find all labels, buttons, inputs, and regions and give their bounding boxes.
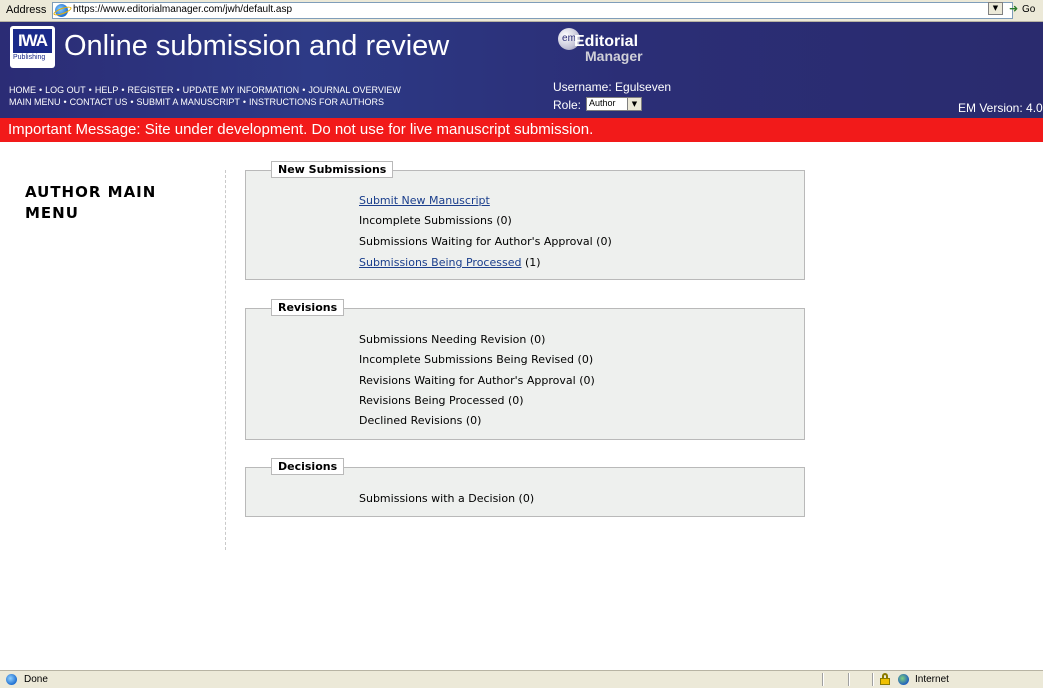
site-header: IWA Publishing Online submission and rev… (0, 22, 1043, 118)
nav-log-out[interactable]: LOG OUT (45, 85, 86, 95)
nav-submit-a-manuscript[interactable]: SUBMIT A MANUSCRIPT (136, 97, 239, 107)
role-select[interactable]: Author ▼ (586, 97, 642, 111)
address-dropdown-button[interactable]: ▼ (988, 2, 1003, 15)
address-bar: Address https://www.editorialmanager.com… (0, 0, 1043, 22)
decisions-legend: Decisions (271, 458, 345, 475)
incomplete-submissions-item: Incomplete Submissions (0) (359, 214, 512, 227)
waiting-author-approval-item: Submissions Waiting for Author's Approva… (359, 235, 612, 248)
heading-line-1: AUTHOR MAIN (25, 183, 157, 201)
logo-subtext: Publishing (13, 54, 46, 61)
revisions-being-processed-item: Revisions Being Processed (0) (359, 394, 524, 407)
address-field[interactable]: https://www.editorialmanager.com/jwh/def… (52, 2, 1013, 19)
top-nav-row-1: HOME • LOG OUT • HELP • REGISTER • UPDATE MY INF… (9, 85, 401, 95)
nav-separator: • (242, 97, 246, 107)
nav-main-menu[interactable]: MAIN MENU (9, 97, 61, 107)
revisions-waiting-approval-item: Revisions Waiting for Author's Approval … (359, 374, 595, 387)
needing-revision-item: Submissions Needing Revision (0) (359, 333, 546, 346)
important-message-text: Important Message: Site under developmen… (8, 121, 594, 138)
submissions-being-processed-count: (1) (524, 256, 541, 269)
incomplete-being-revised-item: Incomplete Submissions Being Revised (0) (359, 353, 594, 366)
submissions-with-decision-item: Submissions with a Decision (0) (359, 492, 535, 505)
revisions-section: Revisions Submissions Needing Revision (… (245, 299, 805, 440)
submissions-being-processed-item: Submissions Being Processed (1) (359, 256, 541, 269)
ie-status-icon (6, 674, 17, 685)
nav-separator: • (130, 97, 134, 107)
nav-separator: • (63, 97, 67, 107)
username-label: Username: Egulseven (553, 80, 672, 94)
browser-status-bar: Done Internet (0, 670, 1043, 688)
address-url[interactable]: https://www.editorialmanager.com/jwh/def… (73, 4, 292, 15)
status-panel (822, 673, 824, 686)
em-logo-word-manager: Manager (585, 48, 643, 64)
nav-separator: • (176, 85, 180, 95)
security-zone-text: Internet (915, 674, 949, 685)
new-submissions-legend: New Submissions (271, 161, 394, 178)
vertical-divider (225, 170, 226, 550)
logo-text: IWA (13, 29, 52, 53)
nav-journal-overview[interactable]: JOURNAL OVERVIEW (308, 85, 401, 95)
author-main-menu-heading: AUTHOR MAIN MENU (25, 182, 205, 224)
em-version-label: EM Version: 4.0 (958, 101, 1043, 115)
submit-new-manuscript-link[interactable]: Submit New Manuscript (359, 194, 490, 207)
iwa-logo: IWA Publishing (10, 26, 55, 68)
nav-separator: • (88, 85, 92, 95)
nav-instructions-for-authors[interactable]: INSTRUCTIONS FOR AUTHORS (249, 97, 384, 107)
lock-icon (880, 673, 890, 685)
nav-separator: • (302, 85, 306, 95)
important-message-banner: Important Message: Site under developmen… (0, 118, 1043, 142)
nav-contact-us[interactable]: CONTACT US (70, 97, 128, 107)
go-arrow-icon[interactable]: ➜ (1009, 3, 1019, 15)
new-submissions-section: New Submissions Submit New Manuscript In… (245, 161, 805, 280)
nav-separator: • (121, 85, 125, 95)
nav-home[interactable]: HOME (9, 85, 36, 95)
status-panel (848, 673, 850, 686)
role-label: Role: (553, 98, 582, 112)
address-label: Address (6, 4, 47, 16)
decisions-section: Decisions Submissions with a Decision (0… (245, 458, 805, 517)
submissions-being-processed-link[interactable]: Submissions Being Processed (359, 256, 521, 269)
nav-separator: • (39, 85, 43, 95)
internet-globe-icon (898, 674, 909, 685)
site-title: Online submission and review (64, 30, 450, 62)
declined-revisions-item: Declined Revisions (0) (359, 414, 482, 427)
revisions-legend: Revisions (271, 299, 345, 316)
nav-help[interactable]: HELP (95, 85, 119, 95)
heading-line-2: MENU (25, 204, 79, 222)
go-button[interactable]: Go (1022, 4, 1035, 15)
status-panel (872, 673, 874, 686)
nav-update-my-information[interactable]: UPDATE MY INFORMATION (183, 85, 300, 95)
ie-page-icon (55, 4, 68, 17)
top-nav-row-2: MAIN MENU • CONTACT US • SUBMIT A MANUSCRIPT… (9, 97, 384, 107)
nav-register[interactable]: REGISTER (128, 85, 174, 95)
status-text: Done (24, 674, 48, 685)
chevron-down-icon[interactable]: ▼ (627, 98, 641, 110)
role-select-value: Author (589, 98, 616, 108)
